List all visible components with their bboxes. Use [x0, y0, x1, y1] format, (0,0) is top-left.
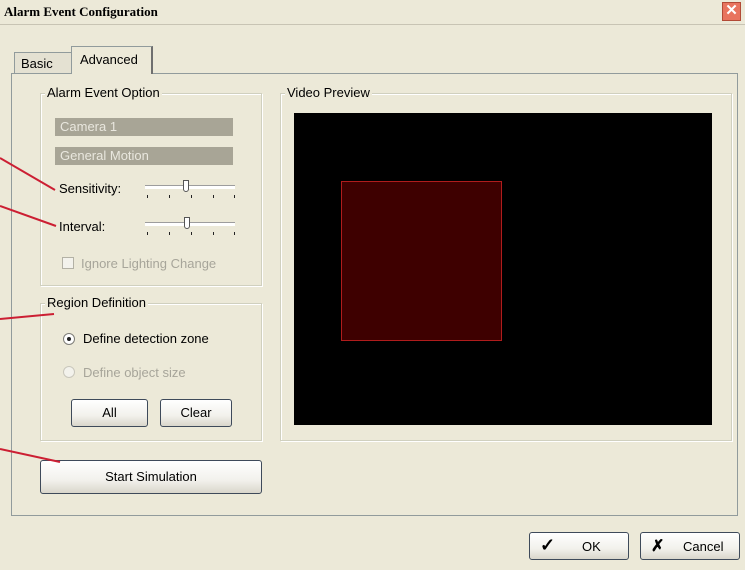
interval-label: Interval: — [59, 219, 106, 234]
region-definition-group: Region Definition Define detection zone … — [40, 295, 262, 441]
sensitivity-label: Sensitivity: — [59, 181, 122, 196]
slider-tick — [169, 232, 170, 235]
event-type-field: General Motion — [55, 147, 233, 165]
checkmark-icon: ✓ — [540, 535, 556, 555]
define-object-size-radio[interactable] — [63, 366, 75, 378]
clear-button[interactable]: Clear — [160, 399, 232, 427]
detection-zone[interactable] — [341, 181, 502, 341]
tab-advanced-label: Advanced — [80, 52, 138, 67]
sensitivity-slider-track — [145, 185, 235, 189]
tab-basic[interactable]: Basic — [14, 52, 72, 73]
interval-slider-thumb[interactable] — [184, 217, 190, 229]
slider-tick — [234, 232, 235, 235]
define-detection-zone-radio[interactable] — [63, 333, 75, 345]
slider-tick — [169, 195, 170, 198]
slider-tick — [234, 195, 235, 198]
region-definition-legend: Region Definition — [45, 295, 149, 310]
alarm-event-option-group: Alarm Event Option Camera 1 General Moti… — [40, 85, 262, 286]
slider-tick — [213, 195, 214, 198]
slider-tick — [191, 232, 192, 235]
define-object-size-label: Define object size — [83, 365, 186, 380]
start-simulation-button[interactable]: Start Simulation — [40, 460, 262, 494]
tab-basic-label: Basic — [21, 56, 53, 71]
close-icon[interactable]: ✕ — [722, 2, 741, 21]
window-title: Alarm Event Configuration — [4, 4, 158, 19]
sensitivity-slider-thumb[interactable] — [183, 180, 189, 192]
ok-button[interactable]: ✓ OK — [529, 532, 629, 560]
all-button[interactable]: All — [71, 399, 148, 427]
tab-advanced[interactable]: Advanced — [71, 46, 153, 74]
alarm-event-configuration-window: Alarm Event Configuration ✕ Basic Advanc… — [0, 0, 745, 570]
x-icon: ✗ — [651, 538, 665, 555]
slider-tick — [147, 195, 148, 198]
ok-label: OK — [582, 539, 601, 554]
ignore-lighting-checkbox[interactable] — [62, 257, 74, 269]
slider-tick — [147, 232, 148, 235]
define-detection-zone-label: Define detection zone — [83, 331, 209, 346]
interval-slider[interactable] — [145, 215, 237, 237]
cancel-button[interactable]: ✗ Cancel — [640, 532, 740, 560]
video-preview-legend: Video Preview — [285, 85, 372, 100]
title-bar: Alarm Event Configuration ✕ — [0, 0, 745, 25]
slider-tick — [191, 195, 192, 198]
slider-tick — [213, 232, 214, 235]
ignore-lighting-label: Ignore Lighting Change — [81, 256, 217, 271]
sensitivity-slider[interactable] — [145, 178, 237, 200]
interval-slider-track — [145, 222, 235, 226]
cancel-label: Cancel — [683, 539, 724, 554]
alarm-event-option-legend: Alarm Event Option — [45, 85, 162, 100]
camera-field: Camera 1 — [55, 118, 233, 136]
